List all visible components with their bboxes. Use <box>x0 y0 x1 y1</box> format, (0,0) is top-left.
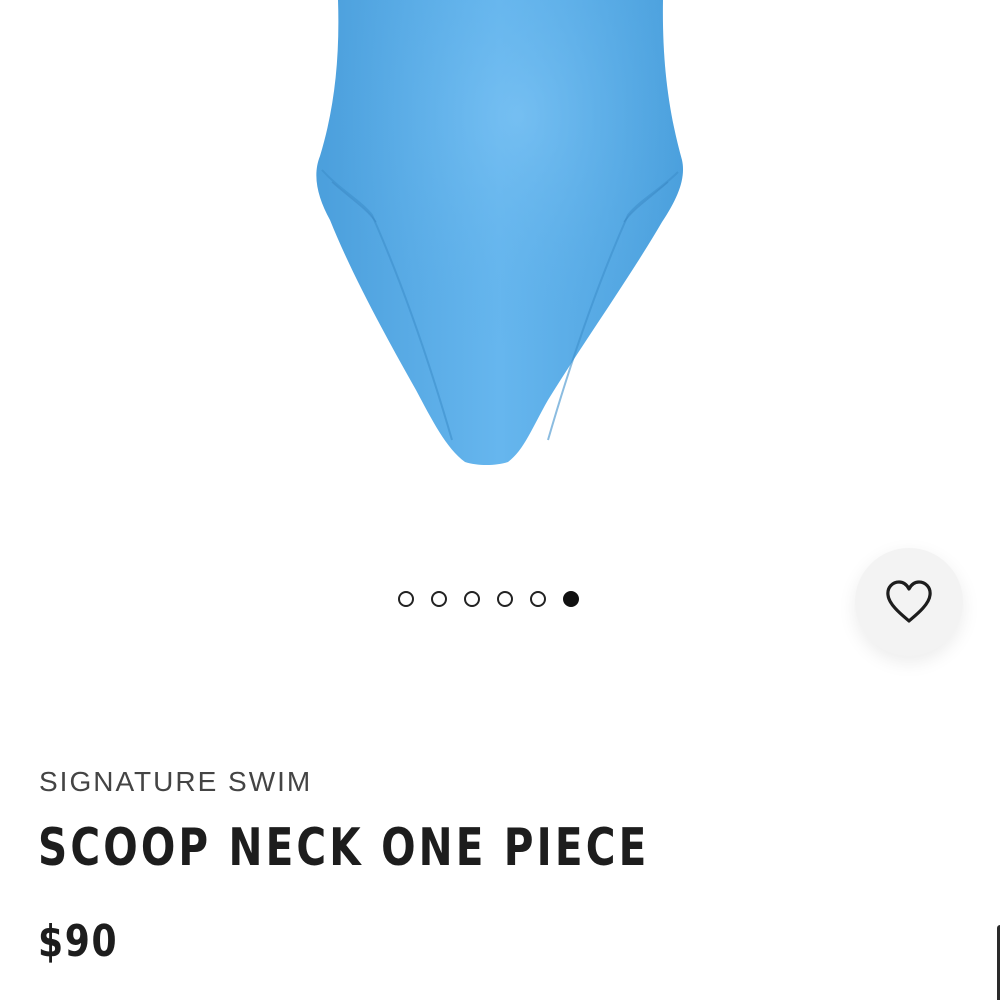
pagination-dot-2[interactable] <box>431 591 447 607</box>
product-image[interactable] <box>0 0 1000 560</box>
product-collection: SIGNATURE SWIM <box>39 766 313 797</box>
product-title: SCOOP NECK ONE PIECE <box>38 818 650 878</box>
image-pagination <box>398 591 579 607</box>
pagination-dot-5[interactable] <box>530 591 546 607</box>
heart-outline-icon <box>886 580 932 623</box>
pagination-dot-1[interactable] <box>398 591 414 607</box>
favorite-button[interactable] <box>855 548 963 656</box>
pagination-dot-6-active[interactable] <box>563 591 579 607</box>
product-price: $90 <box>38 916 119 967</box>
pagination-dot-4[interactable] <box>497 591 513 607</box>
product-page: SIGNATURE SWIM SCOOP NECK ONE PIECE $90 <box>0 0 1000 1000</box>
swimsuit-illustration <box>316 0 684 465</box>
pagination-dot-3[interactable] <box>464 591 480 607</box>
